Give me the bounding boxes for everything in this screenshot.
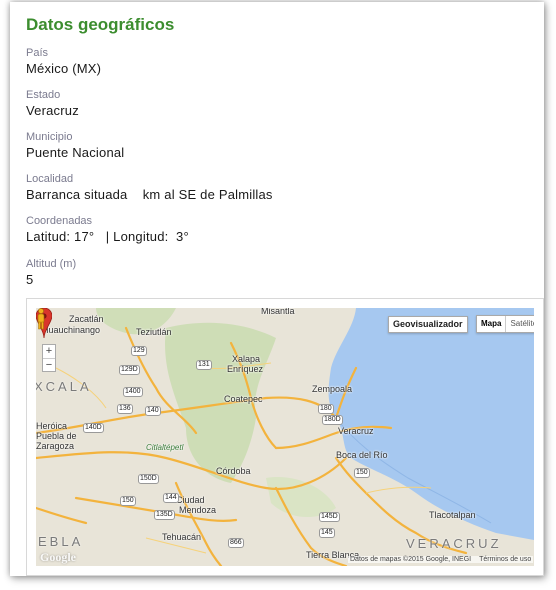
zoom-control: + − [42,344,56,372]
place-tlacotalpan: Tlacotalpan [429,510,476,520]
place-puebla-de: Puebla de [36,431,77,441]
map-frame: Zacatlán Huauchinango Teziutlán Misantla… [26,298,544,576]
place-mendoza: Mendoza [179,505,217,515]
highway-shield: 145 [319,528,335,538]
pais-value: México (MX) [26,61,102,76]
place-xcala: XCALA [36,379,92,394]
place-misantla: Misantla [261,308,295,316]
place-teziutlan: Teziutlán [136,327,172,337]
place-enriquez: Enríquez [227,364,264,374]
localidad-value: Barranca situada km al SE de Palmillas [26,187,273,202]
highway-shield: 129 [131,346,147,356]
place-cordoba: Córdoba [216,466,251,476]
coordenadas-label: Coordenadas [26,215,93,227]
municipio-label: Municipio [26,131,73,143]
place-coatepec: Coatepec [224,394,263,404]
highway-shield: 140 [145,406,161,416]
field-localidad: Localidad Barranca situada km al SE de P… [26,173,273,202]
map-type-map-button[interactable]: Mapa [477,316,507,332]
place-citlaltepetl: Citlaltépetl [146,443,184,452]
highway-shield: 180D [322,415,343,425]
terms-of-use-link[interactable]: Términos de uso [479,556,531,563]
highway-shield: 1400 [123,387,143,397]
field-municipio: Municipio Puente Nacional [26,131,124,160]
highway-shield: 180 [318,404,334,414]
place-zacatlan: Zacatlán [69,314,104,324]
zoom-in-button[interactable]: + [43,345,55,359]
highway-shield: 866 [228,538,244,548]
highway-shield: 131 [196,360,212,370]
land-area [36,308,534,566]
geovisualizador-button[interactable]: Geovisualizador [388,316,468,333]
map-canvas [36,308,534,566]
google-logo[interactable]: Google [40,550,76,565]
place-veracruz-city: Veracruz [338,426,374,436]
highway-shield: 150 [120,496,136,506]
estado-label: Estado [26,89,61,101]
highway-shield: 135D [154,510,175,520]
map-viewport[interactable]: Zacatlán Huauchinango Teziutlán Misantla… [36,308,534,566]
section-title: Datos geográficos [26,15,175,34]
highway-shield: 136 [117,404,133,414]
map-type-control: Mapa Satélite [476,315,534,333]
highway-shield: 145D [319,512,340,522]
place-veracruz-state: VERACRUZ [406,536,502,551]
place-xalapa: Xalapa [232,354,261,364]
field-estado: Estado Veracruz [26,89,79,118]
place-ciudad: Ciudad [176,495,205,505]
highway-shield: 150 [354,468,370,478]
pais-label: País [26,47,49,59]
street-view-pegman-icon[interactable] [36,308,46,330]
altitud-value: 5 [26,272,34,287]
place-ebla: EBLA [38,534,84,549]
altitud-label: Altitud (m) [26,258,77,270]
place-boca-del-rio: Boca del Río [336,450,388,460]
highway-shield: 144 [163,493,179,503]
field-coordenadas: Coordenadas Latitud: 17° | Longitud: 3° [26,215,189,244]
place-tehuacan: Tehuacán [162,532,202,542]
place-zempoala: Zempoala [312,384,353,394]
highway-shield: 140D [83,423,104,433]
localidad-label: Localidad [26,173,74,185]
highway-shield: 150D [138,474,159,484]
estado-value: Veracruz [26,103,79,118]
highway-shield: 129D [119,365,140,375]
place-zaragoza: Zaragoza [36,441,75,451]
place-heroica: Heróica [36,421,68,431]
zoom-out-button[interactable]: − [43,359,55,372]
field-pais: País México (MX) [26,47,101,76]
attribution-text: Datos de mapas ©2015 Google, INEGI [350,556,472,563]
municipio-value: Puente Nacional [26,145,125,160]
map-type-satellite-button[interactable]: Satélite [506,316,534,332]
coordenadas-value: Latitud: 17° | Longitud: 3° [26,229,189,244]
field-altitud: Altitud (m) 5 [26,258,76,287]
map-attribution: Datos de mapas ©2015 Google, INEGI Térmi… [348,556,534,563]
geographic-data-panel: Datos geográficos País México (MX) Estad… [10,2,544,576]
